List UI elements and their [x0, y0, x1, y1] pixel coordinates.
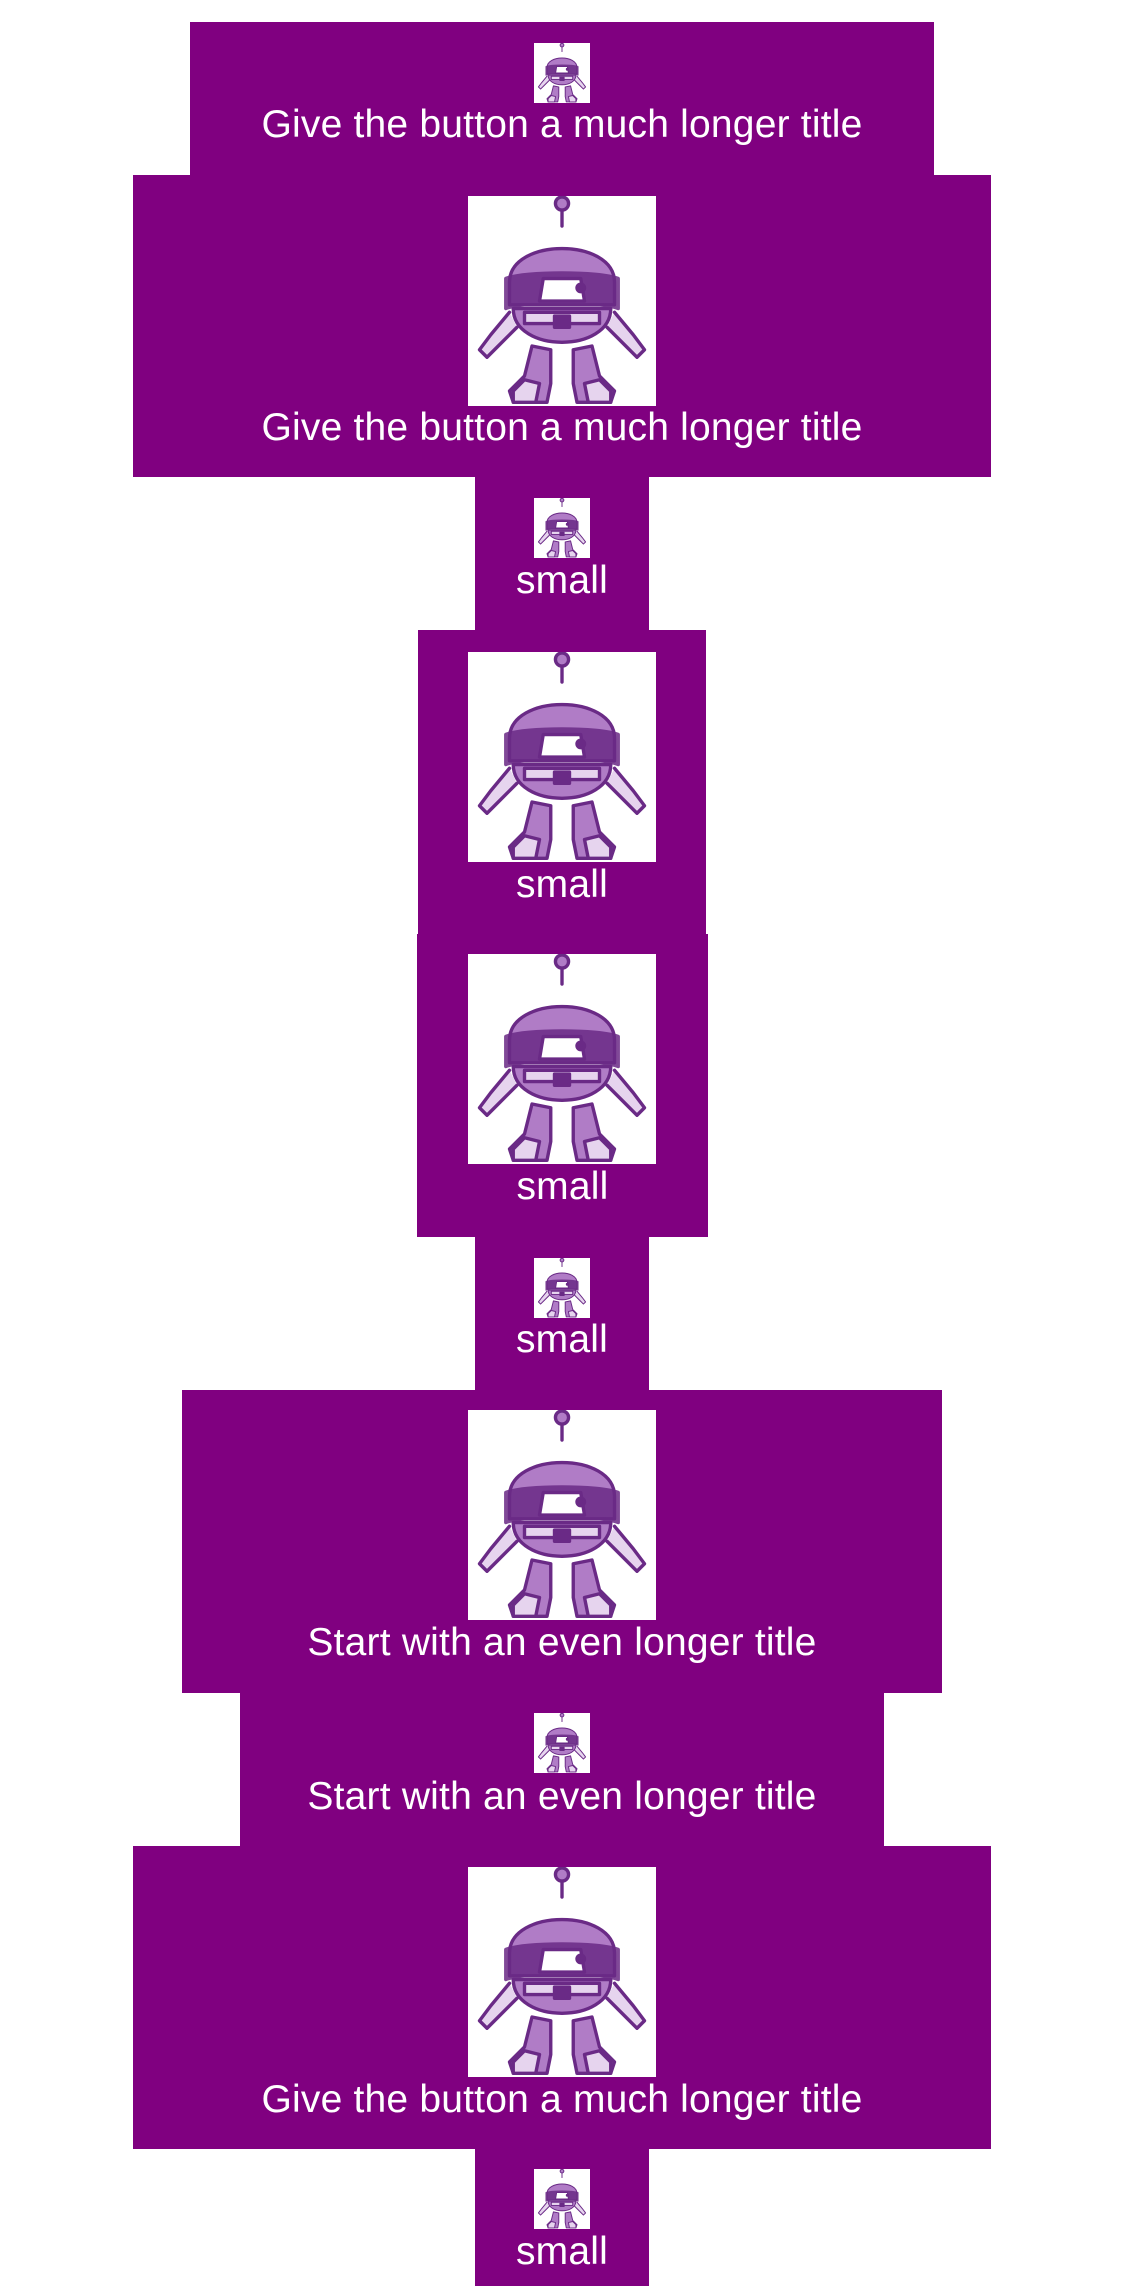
- robot-icon: [468, 1410, 656, 1620]
- robot-icon: [534, 43, 590, 103]
- image-button-long-title-large-image[interactable]: Give the button a much longer title: [133, 1846, 991, 2149]
- button-label: Give the button a much longer title: [261, 406, 863, 449]
- image-button-long-title-small-image[interactable]: Give the button a much longer title: [190, 22, 934, 176]
- button-label: Give the button a much longer title: [261, 2078, 863, 2121]
- button-label: Start with an even longer title: [307, 1621, 817, 1664]
- robot-icon: [468, 1867, 656, 2077]
- button-label: small: [515, 2230, 608, 2273]
- button-label: Give the button a much longer title: [261, 103, 863, 146]
- image-button-long-title-large-image[interactable]: Give the button a much longer title: [133, 175, 991, 477]
- image-button-longer-title-small-image[interactable]: Start with an even longer title: [240, 1692, 884, 1847]
- image-button-small-title-small-image[interactable]: small: [475, 476, 649, 631]
- robot-icon: [534, 2169, 590, 2229]
- button-label: Start with an even longer title: [307, 1775, 817, 1818]
- image-button-small-title-large-image[interactable]: small: [418, 630, 706, 935]
- button-label: small: [515, 863, 608, 906]
- robot-icon: [534, 1258, 590, 1318]
- button-stack: Give the button a much longer title Give…: [0, 0, 1124, 2286]
- image-button-small-title-small-image[interactable]: small: [475, 2148, 649, 2286]
- image-button-small-title-small-image[interactable]: small: [475, 1236, 649, 1391]
- robot-icon: [468, 954, 656, 1164]
- button-label: small: [516, 1165, 609, 1208]
- image-button-small-title-large-image[interactable]: small: [417, 934, 708, 1237]
- button-label: small: [515, 559, 608, 602]
- robot-icon: [468, 652, 656, 862]
- image-button-longer-title-large-image[interactable]: Start with an even longer title: [182, 1390, 942, 1693]
- robot-icon: [534, 498, 590, 558]
- robot-icon: [468, 196, 656, 406]
- button-label: small: [515, 1318, 608, 1361]
- robot-icon: [534, 1713, 590, 1773]
